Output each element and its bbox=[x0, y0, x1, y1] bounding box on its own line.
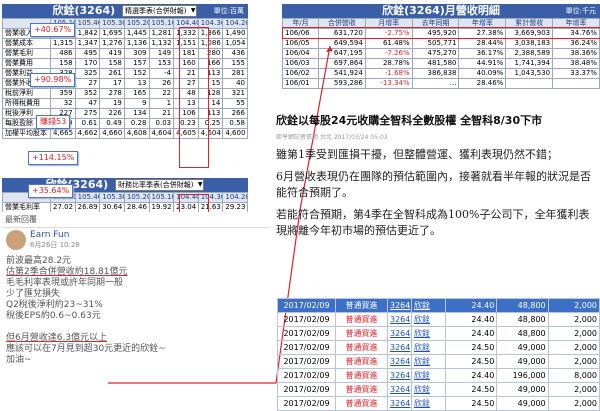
trade-row[interactable]: 2017/02/09 普通買進 3264 欣銓 24.50 49,000 2,000 bbox=[277, 354, 600, 369]
table-cell[interactable]: 3264 bbox=[387, 396, 412, 411]
trade-records-panel: 2017/02/09 普通買進 3264 欣銓 24.40 48,800 2,000 2017… bbox=[277, 298, 600, 411]
trade-row[interactable]: 2017/02/09 普通買進 3264 欣銓 24.40 48,800 2,000 bbox=[277, 298, 600, 313]
table-cell: 2,000 bbox=[547, 340, 600, 355]
stock-link[interactable]: 欣銓 bbox=[411, 396, 446, 411]
table-cell[interactable]: 3264 bbox=[387, 326, 412, 341]
table-cell[interactable]: 3264 bbox=[387, 298, 412, 313]
table-cell[interactable]: 3264 bbox=[387, 312, 412, 327]
table-cell[interactable]: 3264 bbox=[387, 340, 412, 355]
stock-link[interactable]: 欣銓 bbox=[411, 382, 446, 397]
table-cell: 普通買進 bbox=[335, 326, 388, 341]
table-cell: 2017/02/09 bbox=[277, 368, 336, 383]
table-cell: 8,000 bbox=[547, 368, 600, 383]
table-cell: 普通買進 bbox=[335, 396, 388, 411]
stock-link[interactable]: 欣銓 bbox=[411, 326, 446, 341]
table-cell: 2,000 bbox=[547, 396, 600, 411]
trade-row[interactable]: 2017/02/09 普通買進 3264 欣銓 24.40 48,800 2,000 bbox=[277, 312, 600, 327]
table-cell: 49,000 bbox=[496, 340, 549, 355]
table-cell: 2,000 bbox=[547, 382, 600, 397]
table-cell: 196,000 bbox=[496, 368, 549, 383]
table-cell: 24.40 bbox=[444, 298, 498, 313]
trade-row[interactable]: 2017/02/09 普通買進 3264 欣銓 24.50 49,000 2,000 bbox=[277, 396, 600, 411]
table-cell: 2017/02/09 bbox=[277, 326, 336, 341]
table-cell[interactable]: 3264 bbox=[387, 368, 412, 383]
table-cell: 48,800 bbox=[496, 312, 549, 327]
table-cell: 2,000 bbox=[547, 326, 600, 341]
table-cell: 2,000 bbox=[547, 298, 600, 313]
table-cell[interactable]: 3264 bbox=[387, 354, 412, 369]
trade-row[interactable]: 2017/02/09 普通買進 3264 欣銓 24.40 196,000 8,000 bbox=[277, 368, 600, 383]
news-article: 欣銓以每股24元收購全智科全數股權 全智科8/30下市 鉅亨網記者張旭 台北 2… bbox=[276, 112, 600, 239]
news-paragraph: 若能符合預期，第4季在全智科成為100%子公司下，全年獲利表現將離今年初市場的預… bbox=[276, 208, 590, 237]
table-cell: 24.50 bbox=[444, 396, 498, 411]
table-cell: 24.40 bbox=[444, 368, 498, 383]
table-cell: 2,000 bbox=[547, 312, 600, 327]
table-cell: 24.50 bbox=[444, 382, 498, 397]
stock-link[interactable]: 欣銓 bbox=[411, 298, 446, 313]
table-cell: 普通買進 bbox=[335, 354, 388, 369]
table-cell: 2017/02/09 bbox=[277, 340, 336, 355]
table-cell: 48,800 bbox=[496, 298, 549, 313]
trade-records-table: 2017/02/09 普通買進 3264 欣銓 24.40 48,800 2,000 2017… bbox=[277, 298, 600, 411]
trade-row[interactable]: 2017/02/09 普通買進 3264 欣銓 24.50 49,000 2,000 bbox=[277, 340, 600, 355]
table-cell: 49,000 bbox=[496, 382, 549, 397]
trade-row[interactable]: 2017/02/09 普通買進 3264 欣銓 24.40 48,800 2,000 bbox=[277, 326, 600, 341]
trade-row[interactable]: 2017/02/09 普通買進 3264 欣銓 24.50 49,000 2,000 bbox=[277, 382, 600, 397]
table-cell: 49,000 bbox=[496, 354, 549, 369]
table-cell: 普通買進 bbox=[335, 298, 388, 313]
table-cell: 普通買進 bbox=[335, 368, 388, 383]
stock-link[interactable]: 欣銓 bbox=[411, 312, 446, 327]
table-cell: 普通買進 bbox=[335, 382, 388, 397]
stock-link[interactable]: 欣銓 bbox=[411, 354, 446, 369]
table-cell: 普通買進 bbox=[335, 340, 388, 355]
table-cell: 2017/02/09 bbox=[277, 354, 336, 369]
table-cell[interactable]: 3264 bbox=[387, 382, 412, 397]
arrowhead-icon bbox=[326, 46, 333, 52]
table-cell: 24.50 bbox=[444, 340, 498, 355]
news-paragraph: 6月營收表現仍在團隊的預估範圍內，接著就看半年報的狀況是否能符合預期了。 bbox=[276, 170, 591, 199]
table-cell: 普通買進 bbox=[335, 312, 388, 327]
table-cell: 2017/02/09 bbox=[277, 396, 336, 411]
stock-link[interactable]: 欣銓 bbox=[411, 368, 446, 383]
news-title[interactable]: 欣銓以每股24元收購全智科全數股權 全智科8/30下市 bbox=[276, 112, 600, 128]
table-cell: 2017/02/09 bbox=[277, 298, 336, 313]
table-cell: 24.40 bbox=[444, 326, 498, 341]
news-paragraph: 雖第1季受到匯損干擾，但整體營運、獲利表現仍然不錯； bbox=[276, 148, 558, 161]
stock-link[interactable]: 欣銓 bbox=[411, 340, 446, 355]
table-cell: 2,000 bbox=[547, 354, 600, 369]
news-meta: 鉅亨網記者張旭 台北 2017/03/24 05:03 bbox=[276, 134, 388, 141]
table-cell: 2017/02/09 bbox=[277, 382, 336, 397]
table-cell: 49,000 bbox=[496, 396, 549, 411]
table-cell: 48,800 bbox=[496, 326, 549, 341]
table-cell: 24.50 bbox=[444, 354, 498, 369]
table-cell: 24.40 bbox=[444, 312, 498, 327]
table-cell: 2017/02/09 bbox=[277, 312, 336, 327]
